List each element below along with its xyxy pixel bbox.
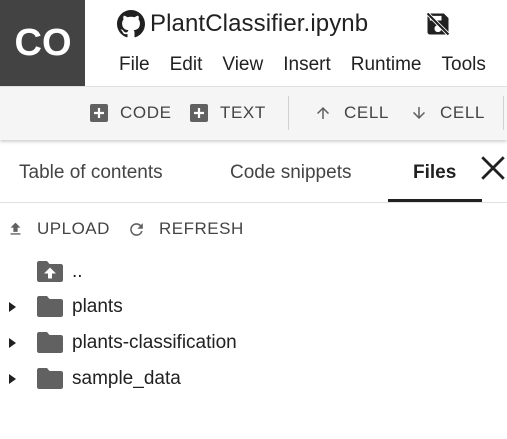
refresh-button[interactable]: REFRESH	[127, 214, 244, 244]
colab-logo[interactable]: CO	[0, 0, 85, 86]
notebook-title[interactable]: PlantClassifier.ipynb	[150, 10, 368, 38]
github-icon[interactable]	[117, 10, 145, 38]
upload-icon	[10, 222, 21, 235]
tab-table-of-contents[interactable]: Table of contents	[19, 143, 163, 202]
file-name: plants	[72, 296, 123, 317]
menu-tools[interactable]: Tools	[432, 52, 496, 78]
add-code-label: CODE	[120, 103, 172, 122]
expand-caret-icon[interactable]	[8, 337, 18, 349]
menu-runtime[interactable]: Runtime	[341, 52, 432, 78]
notebook-title-row: PlantClassifier.ipynb	[117, 6, 368, 42]
file-actions: UPLOAD REFRESH	[0, 214, 507, 244]
folder-icon	[37, 368, 63, 389]
active-tab-indicator	[388, 199, 482, 202]
menu-bar: File Edit View Insert Runtime Tools	[110, 52, 496, 78]
move-cell-up-button[interactable]: CELL	[314, 87, 389, 139]
app-header: CO PlantClassifier.ipynb File Edit View …	[0, 0, 507, 86]
colab-logo-mark: CO	[14, 23, 71, 63]
folder-up-icon	[37, 261, 63, 282]
logo-text: CO	[14, 23, 71, 63]
save-disabled-icon[interactable]	[424, 10, 452, 38]
expand-caret-icon[interactable]	[8, 373, 18, 385]
menu-file[interactable]: File	[110, 52, 160, 78]
plus-box-icon	[90, 104, 108, 122]
upload-button[interactable]: UPLOAD	[7, 214, 110, 244]
file-name: ..	[72, 261, 83, 282]
close-sidebar-icon[interactable]	[480, 155, 506, 181]
arrow-down-icon	[413, 107, 425, 119]
tab-files[interactable]: Files	[413, 143, 456, 202]
file-row-sample-data[interactable]: sample_data	[0, 361, 507, 397]
file-name: plants-classification	[72, 332, 237, 353]
upload-label: UPLOAD	[37, 219, 110, 238]
add-code-button[interactable]: CODE	[90, 87, 172, 139]
notebook-toolbar: CODE TEXT CELL CELL	[0, 86, 507, 140]
add-text-label: TEXT	[220, 103, 266, 122]
file-row-parent[interactable]: ..	[0, 254, 507, 290]
move-cell-down-button[interactable]: CELL	[410, 87, 485, 139]
refresh-label: REFRESH	[159, 219, 244, 238]
menu-edit[interactable]: Edit	[160, 52, 213, 78]
folder-icon	[37, 296, 63, 317]
expand-caret-icon[interactable]	[8, 301, 18, 313]
toolbar-divider	[503, 96, 504, 130]
arrow-up-icon	[317, 107, 329, 119]
folder-icon	[37, 332, 63, 353]
file-row-plants[interactable]: plants	[0, 289, 507, 325]
move-cell-up-label: CELL	[344, 103, 389, 122]
file-row-plants-classification[interactable]: plants-classification	[0, 325, 507, 361]
menu-insert[interactable]: Insert	[273, 52, 341, 78]
menu-view[interactable]: View	[212, 52, 273, 78]
tab-code-snippets[interactable]: Code snippets	[230, 143, 351, 202]
sidebar-tabs: Table of contents Code snippets Files	[0, 143, 507, 203]
plus-box-icon	[190, 104, 208, 122]
add-text-button[interactable]: TEXT	[190, 87, 266, 139]
move-cell-down-label: CELL	[440, 103, 485, 122]
file-name: sample_data	[72, 368, 181, 389]
refresh-icon	[130, 222, 143, 236]
toolbar-divider	[288, 96, 289, 130]
